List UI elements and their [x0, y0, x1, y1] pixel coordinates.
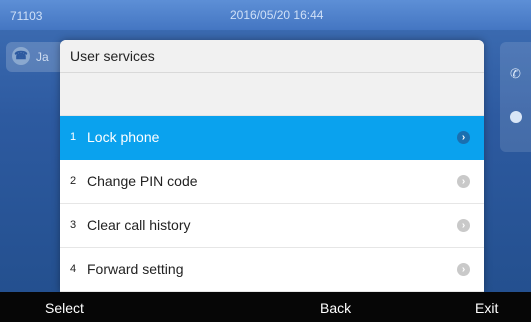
chevron-right-icon: ›: [457, 219, 470, 232]
select-softkey[interactable]: Select: [45, 300, 84, 316]
line-key-label: Ja: [36, 50, 49, 64]
dialog-spacer: [60, 73, 484, 116]
user-services-dialog: User services 1 Lock phone › 2 Change PI…: [60, 40, 484, 292]
exit-softkey[interactable]: Exit: [475, 300, 498, 316]
phone-icon[interactable]: ✆: [510, 66, 521, 82]
item-number: 1: [70, 131, 77, 143]
item-number: 4: [70, 263, 77, 275]
item-label: Lock phone: [87, 129, 160, 145]
item-label: Forward setting: [87, 261, 184, 277]
item-number: 3: [70, 219, 77, 231]
back-softkey[interactable]: Back: [320, 300, 351, 316]
chevron-right-icon: ›: [457, 263, 470, 276]
item-label: Clear call history: [87, 217, 191, 233]
dialog-title: User services: [60, 40, 484, 73]
menu-item-change-pin[interactable]: 2 Change PIN code ›: [60, 160, 484, 204]
softkey-bar: Select Back Exit: [0, 292, 531, 322]
handset-icon: ☎: [12, 47, 30, 65]
item-number: 2: [70, 175, 77, 187]
status-dot-icon: [510, 111, 522, 123]
menu-item-forward-setting[interactable]: 4 Forward setting ›: [60, 248, 484, 292]
chevron-right-icon: ›: [457, 175, 470, 188]
right-side-keys: [500, 42, 531, 152]
chevron-right-icon: ›: [457, 131, 470, 144]
extension-number: 71103: [10, 9, 43, 23]
status-bar: 71103 2016/05/20 16:44: [0, 0, 531, 30]
date-time: 2016/05/20 16:44: [230, 8, 324, 22]
menu-item-lock-phone[interactable]: 1 Lock phone ›: [60, 116, 484, 160]
item-label: Change PIN code: [87, 173, 198, 189]
menu-item-clear-call-history[interactable]: 3 Clear call history ›: [60, 204, 484, 248]
